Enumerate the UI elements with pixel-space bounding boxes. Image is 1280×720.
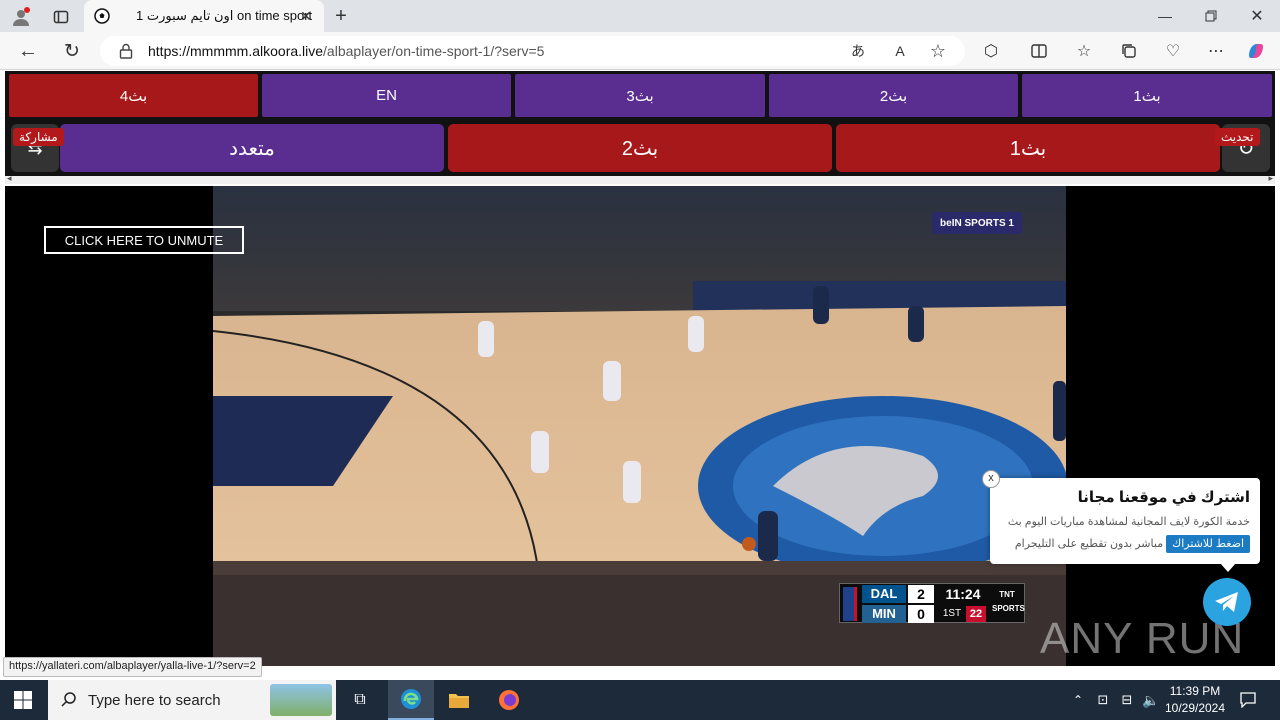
chevron-up-icon[interactable]: ⌃ (1070, 690, 1086, 710)
refresh-icon[interactable]: ↻ (60, 39, 84, 63)
translate-icon[interactable]: あ (848, 42, 868, 60)
server-button-1[interactable]: بث1 (1022, 74, 1272, 117)
server-button-2[interactable]: بث2 (769, 74, 1018, 117)
popup-pointer (1220, 563, 1236, 572)
minimize-icon[interactable]: — (1150, 4, 1180, 28)
server-button-3[interactable]: بث3 (515, 74, 765, 117)
volume-icon[interactable]: 🔈 (1142, 690, 1160, 710)
unmute-button[interactable]: CLICK HERE TO UNMUTE (44, 226, 244, 254)
popup-close-button[interactable]: x (982, 470, 1000, 488)
team1-name: DAL (862, 585, 906, 603)
subscribe-popup: اشترك في موقعنا مجانا خدمة الكورة لايف ا… (990, 478, 1260, 564)
system-clock[interactable]: 11:39 PM 10/29/2024 (1160, 683, 1230, 717)
search-icon (60, 690, 78, 708)
refresh-badge[interactable]: تحديث (1215, 128, 1260, 146)
collections-icon[interactable] (1118, 40, 1140, 62)
server-button-en[interactable]: EN (262, 74, 511, 117)
video-frame[interactable]: beIN SPORTS 1 DAL 2 MIN 0 11:24 1ST 22 T… (213, 186, 1066, 666)
scoreboard: DAL 2 MIN 0 11:24 1ST 22 TNT SPORTS (839, 583, 1025, 623)
extensions-icon[interactable]: ⬡ (980, 40, 1002, 62)
address-toolbar: ← ↻ https://mmmmm.alkoora.live/albaplaye… (0, 32, 1280, 70)
nba-logo-icon (843, 587, 857, 621)
popup-title: اشترك في موقعنا مجانا (1077, 489, 1250, 506)
new-tab-icon[interactable]: + (330, 5, 352, 27)
url-path: /albaplayer/on-time-sport-1/?serv=5 (323, 43, 545, 59)
popup-desc-line1: خدمة الكورة لايف المجانية لمشاهدة مباريا… (1007, 516, 1250, 528)
watermark: ANY RUN (1040, 614, 1245, 663)
game-period: 1ST (942, 608, 962, 619)
url-host: https://mmmmm.alkoora.live (148, 43, 324, 59)
scroll-right-arrow[interactable]: ▸ (1268, 173, 1273, 184)
tray-app-icon[interactable]: ⊡ (1094, 690, 1112, 710)
tab-title: اون تايم سبورت 1 on time sport (136, 8, 313, 23)
url-field[interactable]: https://mmmmm.alkoora.live/albaplayer/on… (100, 36, 965, 66)
file-explorer-icon[interactable] (446, 688, 472, 712)
search-highlight-image (270, 684, 332, 716)
lock-icon[interactable] (118, 43, 134, 59)
restore-icon[interactable] (1196, 4, 1226, 28)
network-icon[interactable]: ⊟ (1118, 690, 1136, 710)
clock-date: 10/29/2024 (1164, 701, 1226, 715)
clock-time: 11:39 PM (1169, 684, 1221, 698)
share-badge[interactable]: مشاركة (13, 128, 64, 146)
stream-2-button[interactable]: بث2 (448, 124, 832, 172)
edge-taskbar-icon[interactable] (388, 680, 434, 720)
firefox-icon[interactable] (496, 688, 522, 712)
taskbar: Type here to search ⧉ ⌃ ⊡ ⊟ 🔈 11:39 PM 1… (0, 680, 1280, 720)
tab-actions-icon[interactable] (50, 6, 72, 28)
team1-score: 2 (908, 585, 934, 603)
copilot-icon[interactable] (1244, 39, 1268, 63)
scroll-left-arrow[interactable]: ◂ (7, 173, 12, 184)
server-button-4[interactable]: بث4 (9, 74, 258, 117)
taskbar-search-box[interactable]: Type here to search (48, 680, 336, 720)
back-icon[interactable]: ← (16, 39, 40, 63)
soccer-ball-icon (94, 8, 110, 24)
team2-name: MIN (862, 605, 906, 623)
game-clock: 11:24 (945, 586, 981, 602)
telegram-icon[interactable] (1203, 578, 1251, 626)
video-player[interactable]: beIN SPORTS 1 DAL 2 MIN 0 11:24 1ST 22 T… (5, 186, 1275, 666)
stream-1-button[interactable]: بث1 (836, 124, 1220, 172)
network-logo: TNT SPORTS (992, 590, 1025, 613)
browser-essentials-icon[interactable]: ♡ (1162, 40, 1184, 62)
horizontal-scrollbar[interactable]: ◂ ▸ (5, 173, 1275, 184)
more-menu-icon[interactable]: ⋯ (1205, 40, 1227, 62)
notification-icon[interactable] (1238, 690, 1258, 710)
close-window-icon[interactable]: ✕ (1242, 4, 1272, 28)
tab-close-icon[interactable]: ✕ (298, 8, 314, 24)
url-text: https://mmmmm.alkoora.live/albaplayer/on… (148, 43, 544, 59)
favorites-icon[interactable]: ☆ (1073, 40, 1095, 62)
tab-active[interactable]: اون تايم سبورت 1 on time sport ✕ (84, 0, 324, 32)
team2-score: 0 (908, 605, 934, 623)
read-aloud-icon[interactable]: A (890, 42, 910, 60)
page-content: بث4 EN بث3 بث2 بث1 ⇆ متعدد بث2 بث1 ↻ مشا… (0, 70, 1280, 680)
shot-clock: 22 (966, 606, 986, 622)
browser-title-bar: اون تايم سبورت 1 on time sport ✕ + — ✕ (0, 0, 1280, 32)
search-placeholder: Type here to search (88, 691, 221, 709)
multi-stream-button[interactable]: متعدد (60, 124, 444, 172)
split-screen-icon[interactable] (1028, 40, 1050, 62)
profile-icon[interactable] (10, 6, 32, 28)
subscribe-button[interactable]: اضغط للاشتراك (1166, 535, 1250, 553)
popup-description: خدمة الكورة لايف المجانية لمشاهدة مباريا… (998, 511, 1250, 555)
windows-start-icon[interactable] (10, 688, 36, 712)
popup-desc-line2: مباشر بدون تقطيع على التليجرام (1014, 538, 1164, 550)
task-view-icon[interactable]: ⧉ (348, 688, 372, 712)
channel-logo: beIN SPORTS 1 (932, 212, 1022, 234)
favorite-star-icon[interactable]: ☆ (928, 41, 948, 61)
status-bar-url: https://yallateri.com/albaplayer/yalla-l… (3, 657, 262, 677)
